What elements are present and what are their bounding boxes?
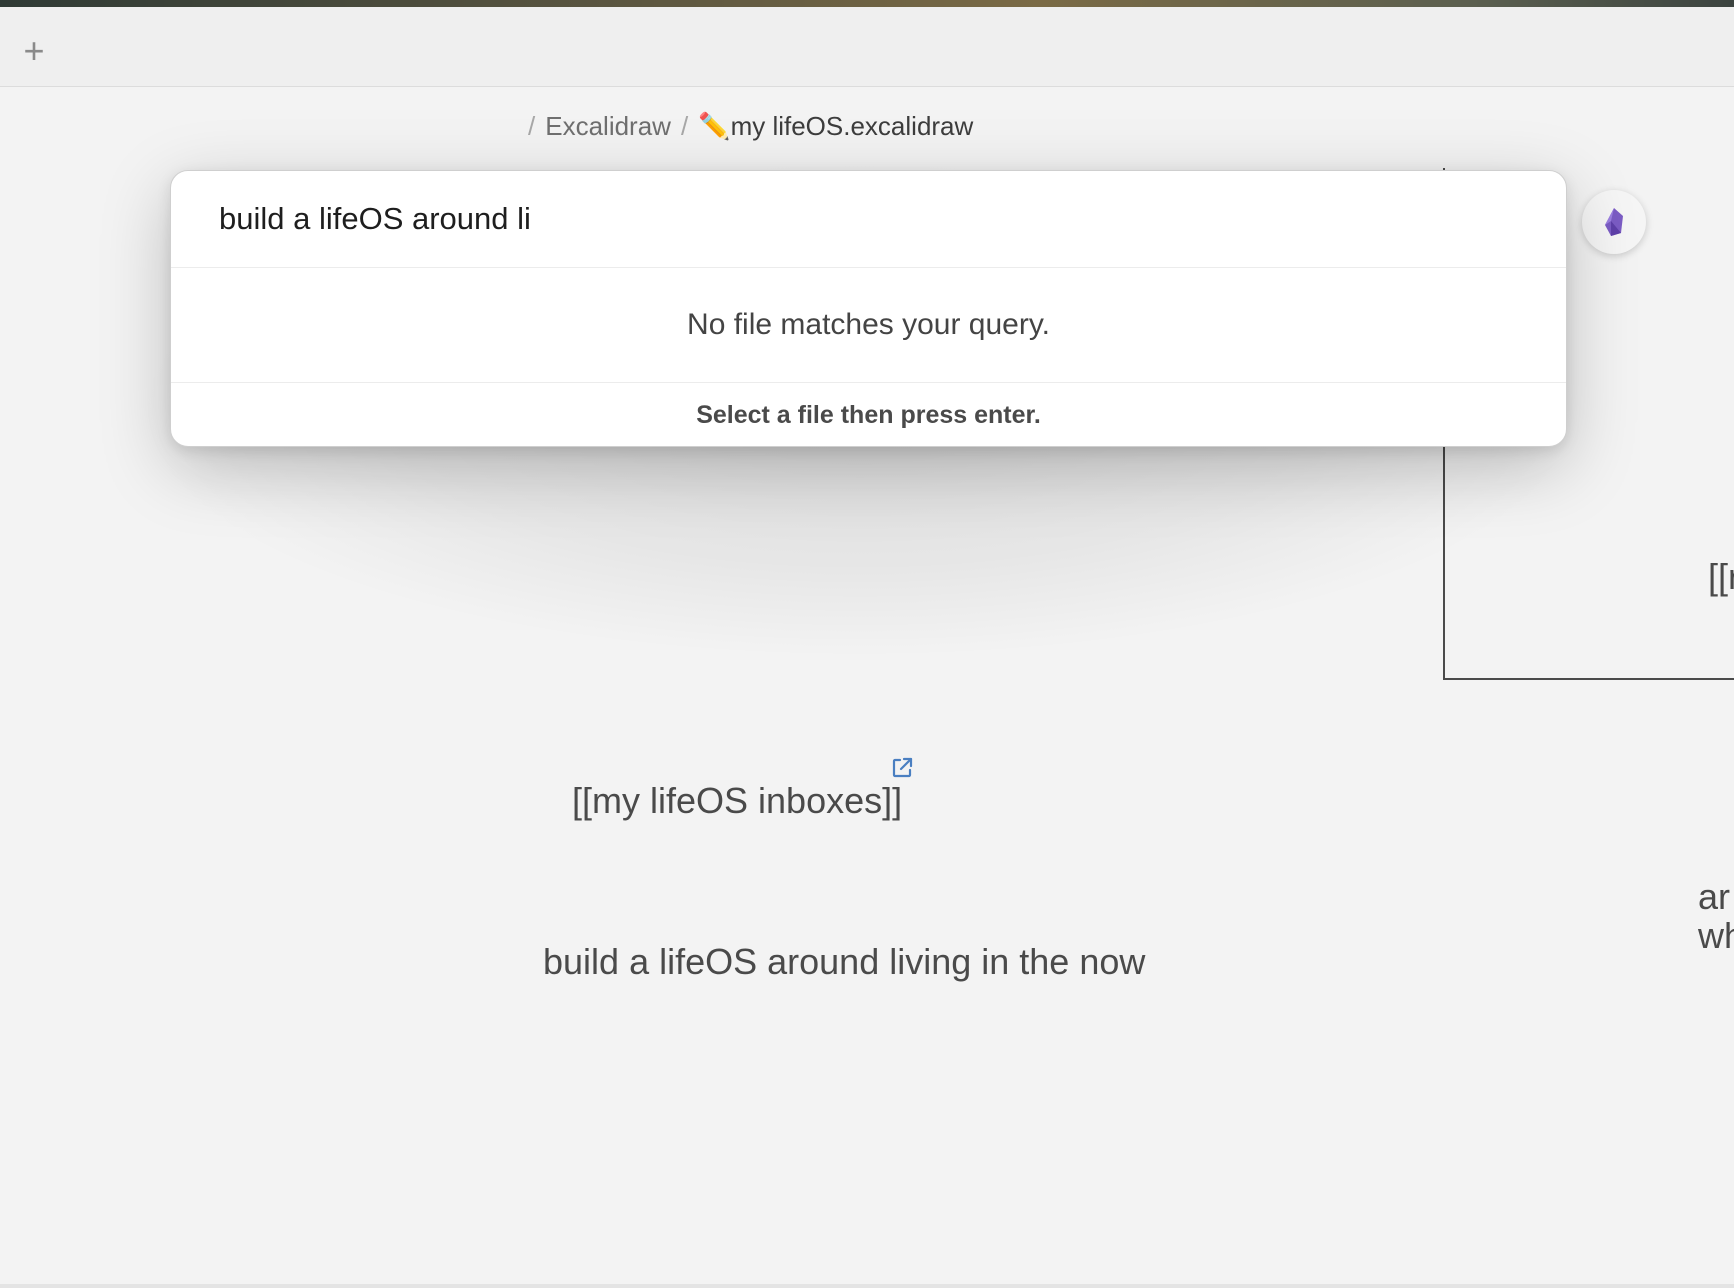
new-tab-button[interactable]: + [14, 31, 54, 71]
quick-switcher-input-row [171, 171, 1566, 268]
pencil-icon: ✏️ [698, 110, 731, 141]
canvas-main-text[interactable]: build a lifeOS around living in the now [543, 941, 1145, 983]
external-link-icon[interactable] [890, 756, 914, 780]
quick-switcher-input[interactable] [219, 189, 1566, 249]
no-results-message: No file matches your query. [171, 268, 1566, 383]
window-top-strip [0, 0, 1734, 7]
breadcrumb: / Excalidraw / ✏️my lifeOS.excalidraw [528, 108, 973, 144]
quick-switcher-modal: No file matches your query. Select a fil… [170, 170, 1567, 447]
obsidian-button[interactable] [1582, 190, 1646, 254]
canvas-partial-link[interactable]: [[r [1708, 556, 1734, 598]
canvas-partial-text-line2[interactable]: wh [1698, 915, 1734, 957]
plus-icon: + [23, 30, 45, 71]
app-window: + / Excalidraw / ✏️my lifeOS.excalidraw … [0, 0, 1734, 1288]
canvas-link-text[interactable]: [[my lifeOS inboxes]] [572, 780, 902, 822]
obsidian-gem-icon [1605, 208, 1623, 236]
instruction-footer: Select a file then press enter. [696, 400, 1041, 429]
breadcrumb-separator: / [680, 110, 689, 141]
tab-bar: + [0, 7, 1734, 87]
bottom-strip [0, 1284, 1734, 1288]
breadcrumb-file-name: my lifeOS.excalidraw [730, 110, 974, 141]
breadcrumb-separator: / [528, 110, 536, 141]
breadcrumb-file[interactable]: ✏️my lifeOS.excalidraw [698, 111, 973, 142]
breadcrumb-folder[interactable]: Excalidraw [545, 111, 671, 142]
canvas-partial-text-line1[interactable]: ar [1698, 876, 1730, 918]
